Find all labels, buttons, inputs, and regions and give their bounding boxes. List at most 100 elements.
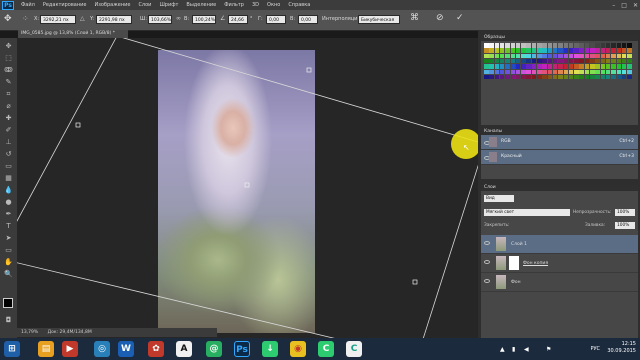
color-swatch[interactable] — [590, 48, 595, 53]
app-c-icon[interactable]: C — [346, 341, 362, 357]
menu-3d[interactable]: 3D — [248, 2, 263, 8]
color-swatch[interactable] — [568, 69, 574, 75]
flag-icon[interactable]: ⚑ — [546, 346, 551, 353]
color-swatch[interactable] — [611, 74, 616, 80]
color-swatch[interactable] — [574, 74, 579, 80]
color-swatch[interactable] — [627, 64, 632, 69]
color-swatch[interactable] — [568, 53, 574, 59]
color-swatch[interactable] — [526, 74, 531, 80]
color-swatch[interactable] — [574, 48, 579, 53]
color-swatch[interactable] — [584, 64, 590, 69]
color-swatch[interactable] — [605, 69, 611, 75]
color-swatch[interactable] — [547, 43, 553, 48]
brush-icon[interactable]: ✐ — [4, 126, 13, 135]
color-swatch[interactable] — [515, 53, 521, 59]
color-swatch[interactable] — [484, 58, 489, 64]
color-swatch[interactable] — [627, 48, 632, 53]
hand-icon[interactable]: ✋ — [4, 258, 13, 267]
color-swatch[interactable] — [515, 58, 521, 64]
pen-icon[interactable]: ✒ — [4, 210, 13, 219]
color-swatch[interactable] — [621, 48, 627, 53]
color-swatch[interactable] — [579, 48, 584, 53]
color-swatch[interactable] — [611, 48, 616, 53]
color-swatch[interactable] — [542, 53, 547, 59]
color-swatch[interactable] — [542, 48, 547, 53]
quick-mask-icon[interactable]: ◘ — [4, 316, 13, 325]
color-swatch[interactable] — [499, 64, 505, 69]
color-swatch[interactable] — [621, 58, 627, 64]
color-swatch[interactable] — [505, 48, 510, 53]
type-icon[interactable]: T — [4, 222, 13, 231]
color-swatch[interactable] — [537, 74, 542, 80]
color-swatch[interactable] — [494, 64, 500, 69]
start-icon[interactable]: ⊞ — [4, 341, 20, 357]
color-swatch[interactable] — [499, 53, 505, 59]
color-swatch[interactable] — [489, 74, 494, 80]
color-swatch[interactable] — [505, 69, 510, 75]
color-swatch[interactable] — [537, 64, 542, 69]
camtasia-icon[interactable]: C — [318, 341, 334, 357]
color-swatch[interactable] — [510, 74, 516, 80]
color-swatch[interactable] — [494, 74, 500, 80]
link-icon[interactable]: ∞ — [176, 15, 181, 22]
close-icon[interactable]: ✕ — [633, 2, 638, 9]
color-swatch[interactable] — [600, 53, 606, 59]
color-swatch[interactable] — [611, 43, 616, 48]
color-swatch[interactable] — [563, 43, 569, 48]
color-swatch[interactable] — [563, 64, 569, 69]
eye-icon[interactable] — [484, 241, 490, 245]
quick-select-icon[interactable]: ✎ — [4, 78, 13, 87]
blur-icon[interactable]: 💧 — [4, 186, 13, 195]
typography-icon[interactable]: A — [176, 341, 192, 357]
color-swatch[interactable] — [611, 58, 616, 64]
color-swatch[interactable] — [552, 43, 558, 48]
color-swatch[interactable] — [484, 64, 489, 69]
color-swatch[interactable] — [526, 69, 531, 75]
color-swatch[interactable] — [531, 64, 537, 69]
color-swatch[interactable] — [558, 58, 563, 64]
color-swatch[interactable] — [531, 53, 537, 59]
browser-icon[interactable]: ◎ — [94, 341, 110, 357]
color-swatch[interactable] — [574, 58, 579, 64]
color-swatch[interactable] — [531, 43, 537, 48]
color-swatch[interactable] — [526, 64, 531, 69]
color-swatch[interactable] — [584, 74, 590, 80]
marquee-icon[interactable]: ⬚ — [4, 54, 13, 63]
color-swatch[interactable] — [558, 53, 563, 59]
foreground-color-swatch[interactable] — [3, 298, 13, 308]
messenger-icon[interactable]: @ — [206, 341, 222, 357]
color-swatch[interactable] — [547, 74, 553, 80]
color-swatch[interactable] — [489, 53, 494, 59]
color-swatch[interactable] — [605, 48, 611, 53]
menu-help[interactable]: Справка — [284, 2, 314, 8]
color-swatch[interactable] — [579, 64, 584, 69]
color-swatch[interactable] — [579, 58, 584, 64]
color-swatch[interactable] — [595, 74, 600, 80]
channel-row-rgb[interactable]: RGB Ctrl+2 — [481, 135, 638, 150]
color-swatch[interactable] — [558, 43, 563, 48]
maximize-icon[interactable]: □ — [621, 2, 627, 9]
color-swatch[interactable] — [605, 64, 611, 69]
color-swatch[interactable] — [542, 74, 547, 80]
color-swatch[interactable] — [605, 58, 611, 64]
blend-mode-select[interactable]: Мягкий свет — [484, 209, 570, 216]
gradient-icon[interactable]: ▦ — [4, 174, 13, 183]
color-swatch[interactable] — [600, 48, 606, 53]
color-swatch[interactable] — [526, 53, 531, 59]
color-swatch[interactable] — [627, 74, 632, 80]
vskew-field[interactable]: 0,00 — [298, 15, 318, 24]
color-swatch[interactable] — [579, 69, 584, 75]
color-swatch[interactable] — [600, 43, 606, 48]
color-swatch[interactable] — [568, 48, 574, 53]
color-swatch[interactable] — [537, 58, 542, 64]
color-swatch[interactable] — [499, 74, 505, 80]
color-swatch[interactable] — [547, 69, 553, 75]
file-explorer-icon[interactable]: ▤ — [38, 341, 54, 357]
color-swatch[interactable] — [563, 53, 569, 59]
opacity-field[interactable]: 100% — [615, 209, 635, 216]
transform-bounding-box[interactable] — [17, 38, 478, 338]
download-icon[interactable]: ↓ — [262, 341, 278, 357]
color-swatch[interactable] — [627, 43, 632, 48]
color-swatch[interactable] — [542, 58, 547, 64]
color-swatch[interactable] — [627, 69, 632, 75]
